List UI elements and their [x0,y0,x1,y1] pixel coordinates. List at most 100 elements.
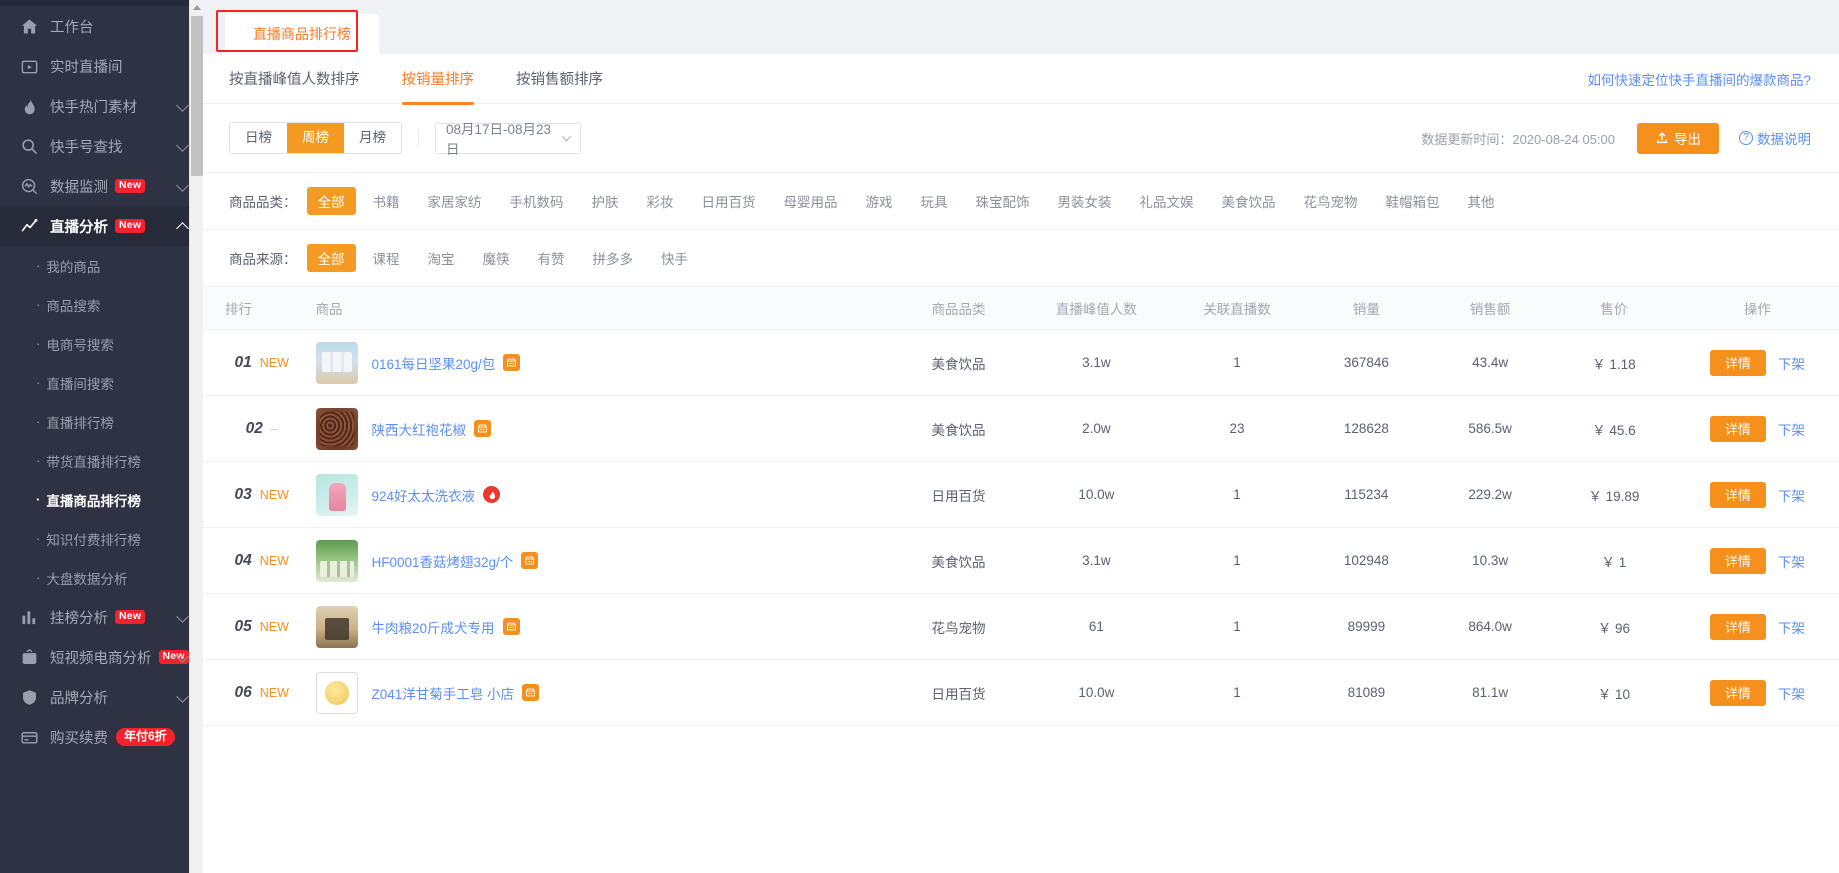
page-tab-live-product-ranking[interactable]: 直播商品排行榜 [225,14,379,54]
filter-chip-1-15[interactable]: 花鸟宠物 [1293,187,1369,215]
table-row[interactable]: 04 NEW HF0001香菇烤翅32g/个 美食饮品 3.1w 1 102948 10.3w… [203,527,1839,594]
product-name-link[interactable]: HF0001香菇烤翅32g/个 [372,551,514,571]
product-name-link[interactable]: Z041洋甘菊手工皂 小店 [372,683,515,703]
date-range-picker[interactable]: 08月17日-08月23日 [435,122,581,157]
take-down-link[interactable]: 下架 [1778,687,1805,702]
sort-tab-3[interactable]: 按销售额排序 [516,54,603,104]
filter-chip-1-8[interactable]: 母婴用品 [773,187,849,215]
table-row[interactable]: 05 NEW 牛肉粮20斤成犬专用 花鸟宠物 61 1 89999 864.0w ￥ 96 详情下… [203,593,1839,660]
filter-chip-2-6[interactable]: 拼多多 [582,244,645,272]
table-body: 01 NEW 0161每日坚果20g/包 美食饮品 3.1w 1 367846 43.4w ￥ … [203,329,1839,726]
sidebar-bottom-item-2[interactable]: 短视频电商分析 New [0,637,203,677]
help-link[interactable]: 如何快速定位快手直播间的爆款商品? [1587,69,1811,89]
take-down-link[interactable]: 下架 [1778,489,1805,504]
filter-chip-2-5[interactable]: 有赞 [527,244,576,272]
filter-chip-1-7[interactable]: 日用百货 [691,187,767,215]
table-row[interactable]: 02– 陕西大红袍花椒 美食饮品 2.0w 23 128628 586.5w ￥ 45.6 详情… [203,395,1839,462]
sidebar-subitem-7[interactable]: · 直播商品排行榜 [0,480,203,519]
chevron-down-icon[interactable] [176,99,189,112]
filter-chip-1-2[interactable]: 书籍 [362,187,411,215]
sidebar-subitem-1[interactable]: · 我的商品 [0,246,203,285]
filter-chip-2-1[interactable]: 全部 [306,244,356,272]
filter-chip-1-17[interactable]: 其他 [1457,187,1506,215]
sidebar-subitem-2[interactable]: · 商品搜索 [0,285,203,324]
period-option-3[interactable]: 月榜 [344,123,401,153]
filter-chip-2-3[interactable]: 淘宝 [417,244,466,272]
chevron-down-icon[interactable] [176,690,189,703]
product-name-link[interactable]: 陕西大红袍花椒 [372,419,467,439]
period-option-1[interactable]: 日榜 [230,123,287,153]
table-row[interactable]: 01 NEW 0161每日坚果20g/包 美食饮品 3.1w 1 367846 43.4w ￥ … [203,329,1839,396]
detail-button[interactable]: 详情 [1709,481,1766,508]
take-down-link[interactable]: 下架 [1778,555,1805,570]
filter-chip-1-9[interactable]: 游戏 [855,187,904,215]
filter-chip-1-16[interactable]: 鞋帽箱包 [1375,187,1451,215]
sidebar-subitem-3[interactable]: · 电商号搜索 [0,324,203,363]
column-header-4: 直播峰值人数 [1023,286,1170,330]
take-down-link[interactable]: 下架 [1778,357,1805,372]
filter-chip-1-6[interactable]: 彩妆 [636,187,685,215]
sidebar-bottom-item-4[interactable]: 购买续费 年付6折 [0,717,203,757]
scrollbar-thumb[interactable] [191,16,203,176]
take-down-link[interactable]: 下架 [1778,621,1805,636]
sidebar-scrollbar[interactable] [189,0,203,873]
sidebar-subitem-4[interactable]: · 直播间搜索 [0,363,203,402]
detail-button[interactable]: 详情 [1709,547,1766,574]
gmv-cell: 81.1w [1428,659,1553,726]
detail-button[interactable]: 详情 [1709,679,1766,706]
data-update-time: 数据更新时间：2020-08-24 05:00 [1421,131,1615,147]
rank-number: 03 [234,485,252,503]
sidebar-subitem-5[interactable]: · 直播排行榜 [0,402,203,441]
detail-button[interactable]: 详情 [1709,613,1766,640]
export-button[interactable]: 导出 [1637,122,1719,154]
sidebar-item-3[interactable]: 快手热门素材 [0,86,203,126]
filter-chip-2-2[interactable]: 课程 [362,244,411,272]
scroll-up-arrow-icon[interactable] [190,0,203,15]
sidebar-item-1[interactable]: 工作台 [0,6,203,46]
filter-chip-1-11[interactable]: 珠宝配饰 [965,187,1041,215]
sidebar-bottom-item-1[interactable]: 挂榜分析 New [0,597,203,637]
chevron-down-icon[interactable] [176,139,189,152]
main-content: 直播商品排行榜 按直播峰值人数排序 按销量排序 按销售额排序 如何快速定位快手直播间… [203,0,1839,873]
filter-chip-1-13[interactable]: 礼品文娱 [1129,187,1205,215]
chevron-up-icon[interactable] [176,222,189,235]
filter-chip-1-14[interactable]: 美食饮品 [1211,187,1287,215]
filter-chip-1-4[interactable]: 手机数码 [499,187,575,215]
bullet-icon: · [36,258,41,273]
filter-chip-2-4[interactable]: 魔筷 [472,244,521,272]
sidebar-bottom-item-3[interactable]: 品牌分析 [0,677,203,717]
data-note-link[interactable]: ? 数据说明 [1739,128,1811,148]
filter-chip-1-5[interactable]: 护肤 [581,187,630,215]
detail-button[interactable]: 详情 [1709,415,1766,442]
sidebar-item-2[interactable]: 实时直播间 [0,46,203,86]
sidebar-item-6[interactable]: 直播分析 New [0,206,203,246]
sidebar-sub-nav: · 我的商品 · 商品搜索 · 电商号搜索 · 直播间搜索 · 直播排行榜 · 带货直播排行榜 · 直播商… [0,246,203,597]
shop-icon [502,618,520,635]
table-row[interactable]: 06 NEW Z041洋甘菊手工皂 小店 日用百货 10.0w 1 81089 81.1w ￥ … [203,659,1839,726]
product-name-link[interactable]: 牛肉粮20斤成犬专用 [372,617,495,637]
filter-chip-1-10[interactable]: 玩具 [910,187,959,215]
sidebar-subitem-label: 直播商品排行榜 [46,493,141,509]
product-name-link[interactable]: 0161每日坚果20g/包 [372,353,496,373]
gmv-cell: 864.0w [1428,593,1553,660]
table-row[interactable]: 03 NEW 924好太太洗衣液 日用百货 10.0w 1 115234 229.2w ￥ 19… [203,461,1839,528]
chevron-down-icon[interactable] [176,179,189,192]
filter-chip-2-7[interactable]: 快手 [650,244,699,272]
filter-chip-1-3[interactable]: 家居家纺 [417,187,493,215]
sort-tab-2[interactable]: 按销量排序 [401,54,474,105]
period-option-2[interactable]: 周榜 [287,123,344,153]
product-name-link[interactable]: 924好太太洗衣液 [372,485,476,505]
take-down-link[interactable]: 下架 [1778,423,1805,438]
sidebar-subitem-6[interactable]: · 带货直播排行榜 [0,441,203,480]
sidebar-subitem-9[interactable]: · 大盘数据分析 [0,558,203,597]
sort-tab-1[interactable]: 按直播峰值人数排序 [229,54,360,104]
chevron-down-icon[interactable] [176,610,189,623]
sidebar-item-4[interactable]: 快手号查找 [0,126,203,166]
sidebar-subitem-8[interactable]: · 知识付费排行榜 [0,519,203,558]
filter-chip-1-12[interactable]: 男装女装 [1047,187,1123,215]
sidebar-item-5[interactable]: 数据监测 New [0,166,203,206]
sidebar-item-label: 短视频电商分析 [50,650,152,667]
filter-chip-1-1[interactable]: 全部 [306,187,356,215]
period-segmented-control[interactable]: 日榜 周榜 月榜 [229,122,402,154]
detail-button[interactable]: 详情 [1709,349,1766,376]
